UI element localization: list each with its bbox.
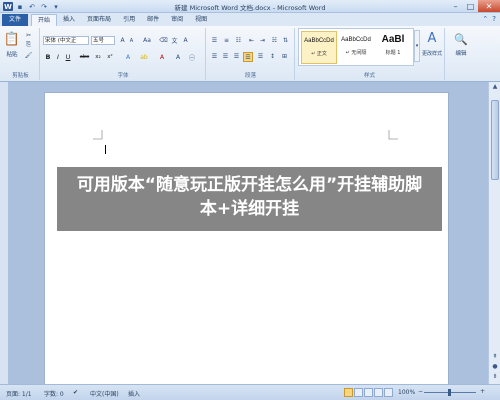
zoom-level[interactable]: 100%: [398, 389, 415, 396]
vertical-scrollbar[interactable]: ▲ ⇞ ● ⇟: [488, 82, 500, 384]
highlight-icon[interactable]: ab: [139, 53, 149, 62]
proofing-icon[interactable]: ✔: [73, 389, 78, 396]
insert-mode[interactable]: 插入: [128, 389, 140, 398]
distributed-icon[interactable]: ☰: [256, 52, 265, 61]
browse-object-icon[interactable]: ●: [489, 362, 500, 372]
title-bar: W ▪ ↶ ↷ ▾ 新建 Microsoft Word 文档.docx - Mi…: [0, 0, 500, 13]
char-border-icon[interactable]: A: [181, 36, 190, 45]
multilevel-list-icon[interactable]: ☷: [234, 36, 243, 45]
font-group-label: 字体: [117, 73, 129, 79]
editing-button-label[interactable]: 编辑: [448, 49, 474, 57]
copy-icon[interactable]: ⎘: [24, 41, 33, 49]
status-bar: 页面: 1/1 字数: 0 ✔ 中文(中国) 插入 100% − +: [0, 384, 500, 400]
clipboard-group: 📋 粘贴 ✂ ⎘ 🖌 剪贴板: [2, 28, 40, 80]
shrink-font-icon[interactable]: A: [127, 36, 136, 45]
tab-page-layout[interactable]: 页面布局: [81, 14, 117, 26]
paste-icon[interactable]: 📋: [4, 30, 20, 48]
crop-mark-top-right-icon: [388, 130, 398, 140]
borders-icon[interactable]: ⊞: [280, 52, 289, 61]
prev-page-icon[interactable]: ⇞: [489, 352, 500, 362]
text-effects-icon[interactable]: A: [123, 53, 133, 62]
find-icon[interactable]: 🔍: [454, 32, 468, 46]
window-controls: – □ ✕: [448, 0, 500, 12]
zoom-in-icon[interactable]: +: [480, 388, 485, 395]
chinese-layout-icon[interactable]: ☵: [270, 36, 279, 45]
window-title: 新建 Microsoft Word 文档.docx - Microsoft Wo…: [174, 4, 326, 12]
justify-icon[interactable]: ☰: [243, 52, 253, 62]
numbering-icon[interactable]: ≡: [222, 36, 231, 45]
ribbon: 📋 粘贴 ✂ ⎘ 🖌 剪贴板 宋体 (中文正 五号 A A Aa ⌫ 文 A B…: [0, 26, 500, 82]
web-layout-view-icon[interactable]: [364, 388, 373, 397]
page-count[interactable]: 页面: 1/1: [6, 389, 32, 398]
tab-insert[interactable]: 插入: [57, 14, 81, 26]
align-center-icon[interactable]: ☰: [221, 52, 230, 61]
zoom-out-icon[interactable]: −: [418, 388, 423, 395]
minimize-button[interactable]: –: [448, 0, 463, 12]
tab-references[interactable]: 引用: [117, 14, 141, 26]
bullets-icon[interactable]: ☰: [210, 36, 219, 45]
strikethrough-button[interactable]: abe: [78, 53, 91, 62]
next-page-icon[interactable]: ⇟: [489, 372, 500, 382]
help-icon[interactable]: ?: [492, 15, 496, 23]
overlay-banner: 可用版本“随意玩正版开挂怎么用”开挂辅助脚本+详细开挂: [57, 167, 442, 231]
sort-icon[interactable]: ⇅: [281, 36, 290, 45]
decrease-indent-icon[interactable]: ⇤: [247, 36, 256, 45]
line-spacing-icon[interactable]: ↕: [268, 52, 277, 61]
maximize-button[interactable]: □: [463, 0, 478, 12]
full-screen-view-icon[interactable]: [354, 388, 363, 397]
print-layout-view-icon[interactable]: [344, 388, 353, 397]
enclose-char-icon[interactable]: ㊀: [187, 53, 197, 62]
zoom-slider-knob[interactable]: [448, 389, 451, 396]
font-group: 宋体 (中文正 五号 A A Aa ⌫ 文 A B I U abe x₂ x² …: [41, 28, 206, 80]
banner-text: 可用版本“随意玩正版开挂怎么用”开挂辅助脚本+详细开挂: [76, 175, 423, 219]
styles-group-label: 样式: [363, 73, 375, 79]
paragraph-group: ☰ ≡ ☷ ⇤ ⇥ ☵ ⇅ ☰ ☰ ☰ ☰ ☰ ↕ ⊞ 段落: [207, 28, 295, 80]
bold-button[interactable]: B: [44, 53, 52, 62]
cut-icon[interactable]: ✂: [24, 31, 33, 39]
tab-home[interactable]: 开始: [31, 14, 58, 26]
tab-file[interactable]: 文件: [2, 14, 29, 26]
superscript-button[interactable]: x²: [105, 53, 115, 62]
text-cursor: [105, 145, 106, 154]
grow-font-icon[interactable]: A: [118, 36, 127, 45]
font-size-combo[interactable]: 五号: [91, 36, 115, 45]
format-painter-icon[interactable]: 🖌: [24, 51, 33, 59]
tab-view[interactable]: 视图: [189, 14, 213, 26]
change-case-icon[interactable]: Aa: [141, 36, 153, 45]
font-color-icon[interactable]: A: [157, 53, 167, 62]
ribbon-right-controls: ⌃ ?: [482, 15, 496, 23]
change-styles-icon[interactable]: A: [424, 30, 440, 46]
subscript-button[interactable]: x₂: [93, 53, 103, 62]
vertical-ruler: [0, 82, 9, 384]
language-indicator[interactable]: 中文(中国): [90, 389, 119, 398]
close-button[interactable]: ✕: [478, 0, 500, 12]
italic-button[interactable]: I: [54, 53, 62, 62]
scroll-up-icon[interactable]: ▲: [489, 82, 500, 92]
word-count[interactable]: 字数: 0: [44, 389, 64, 398]
draft-view-icon[interactable]: [384, 388, 393, 397]
paste-button-label[interactable]: 粘贴: [3, 50, 21, 58]
clipboard-group-label: 剪贴板: [12, 73, 29, 79]
editing-group: 🔍 编辑: [446, 28, 478, 80]
crop-mark-top-left-icon: [93, 130, 103, 140]
paragraph-group-label: 段落: [244, 73, 256, 79]
phonetic-guide-icon[interactable]: 文: [170, 36, 179, 45]
increase-indent-icon[interactable]: ⇥: [258, 36, 267, 45]
change-styles-label[interactable]: 更改样式: [419, 49, 445, 57]
clear-format-icon[interactable]: ⌫: [159, 36, 168, 45]
scroll-thumb[interactable]: [491, 100, 499, 180]
align-right-icon[interactable]: ☰: [232, 52, 241, 61]
tab-review[interactable]: 审阅: [165, 14, 189, 26]
align-left-icon[interactable]: ☰: [210, 52, 219, 61]
tab-mailings[interactable]: 邮件: [141, 14, 165, 26]
font-name-combo[interactable]: 宋体 (中文正: [43, 36, 89, 45]
char-shading-icon[interactable]: A: [173, 53, 183, 62]
ribbon-tabs: 文件 开始 插入 页面布局 引用 邮件 审阅 视图 ⌃ ?: [0, 13, 500, 26]
minimize-ribbon-icon[interactable]: ⌃: [482, 15, 488, 23]
outline-view-icon[interactable]: [374, 388, 383, 397]
underline-button[interactable]: U: [64, 53, 72, 62]
